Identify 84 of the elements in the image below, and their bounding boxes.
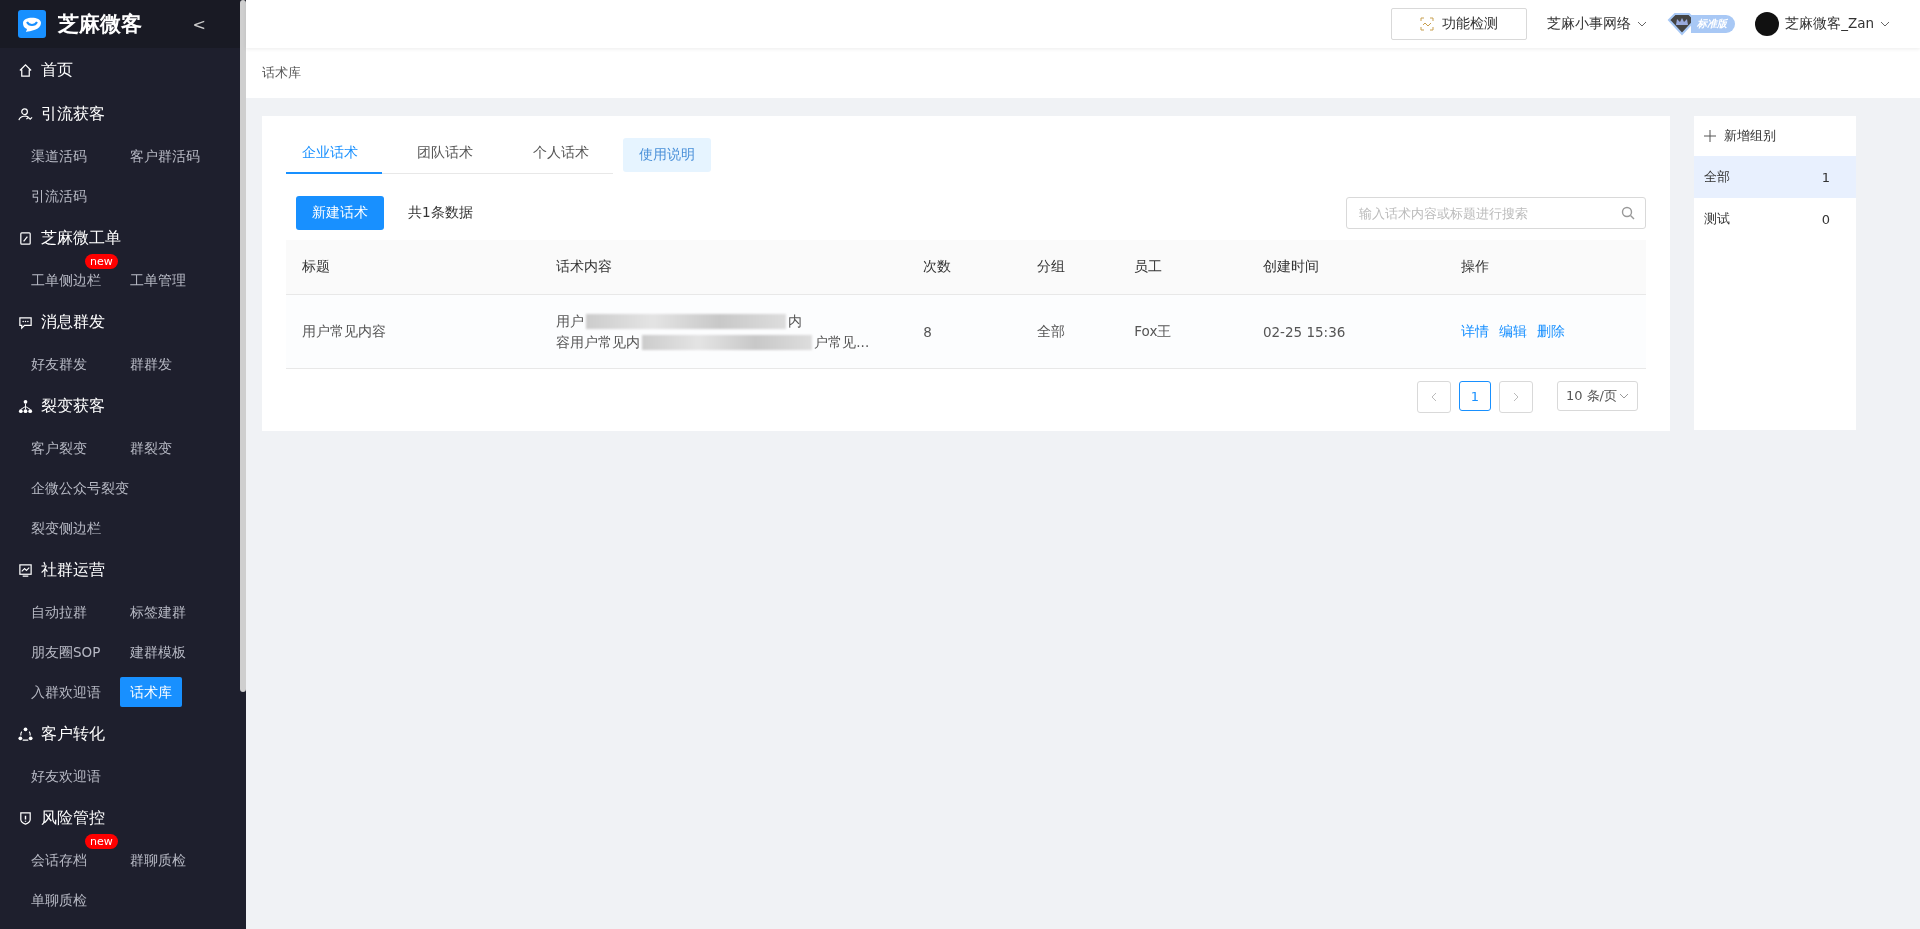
home-icon xyxy=(18,62,33,78)
menu-item[interactable]: 群聊质检 xyxy=(120,849,196,871)
menu-group[interactable]: 消息群发 xyxy=(41,311,105,333)
logo-icon xyxy=(18,10,46,38)
menu-item[interactable]: 朋友圈SOP xyxy=(21,641,111,663)
chevron-down-icon xyxy=(1619,392,1629,400)
menu-item[interactable]: 客户裂变 xyxy=(21,437,97,459)
menu-group[interactable]: 客户转化 xyxy=(41,723,105,745)
group-name: 测试 xyxy=(1704,210,1730,228)
menu-item[interactable]: 好友群发 xyxy=(21,353,97,375)
menu-group[interactable]: 社群运营 xyxy=(41,559,105,581)
avatar[interactable] xyxy=(1755,12,1780,36)
group-name: 全部 xyxy=(1704,168,1730,186)
menu-item[interactable]: 客户群活码 xyxy=(120,145,210,167)
shield-icon xyxy=(18,810,33,826)
prev-page-button[interactable] xyxy=(1416,381,1451,413)
chat-icon xyxy=(18,314,33,330)
menu-item[interactable]: 自动拉群 xyxy=(21,601,97,623)
menu-item[interactable]: 入群欢迎语 xyxy=(21,681,111,703)
content-text: 户常见... xyxy=(814,332,870,352)
menu-group[interactable]: 裂变获客 xyxy=(41,395,105,417)
scan-icon xyxy=(1420,17,1435,31)
content-text: 容用户常见内 xyxy=(556,332,641,352)
tab[interactable]: 团队话术 xyxy=(401,136,498,174)
table-cell: 用户常见内容 xyxy=(302,322,386,339)
column-header: 操作 xyxy=(1460,258,1489,274)
column-header: 员工 xyxy=(1134,258,1163,274)
content-text: 内 xyxy=(788,311,803,331)
column-header: 分组 xyxy=(1036,258,1065,274)
menu-group[interactable]: 芝麻微工单 xyxy=(41,227,121,249)
cycle-icon xyxy=(18,726,33,742)
menu-item[interactable]: 群裂变 xyxy=(120,437,182,459)
search-icon xyxy=(1621,206,1635,220)
page-size-select[interactable]: 10 条/页 xyxy=(1556,381,1638,411)
tree-icon xyxy=(18,398,33,414)
column-header: 标题 xyxy=(302,258,330,274)
chevron-down-icon xyxy=(1637,20,1648,28)
menu-item[interactable]: 单聊质检 xyxy=(21,889,97,911)
next-page-button[interactable] xyxy=(1498,381,1533,413)
menu-item[interactable]: 裂变侧边栏 xyxy=(21,517,111,539)
add-group-button[interactable]: 新增组别 xyxy=(1694,116,1786,156)
table-cell: 全部 xyxy=(1036,322,1065,339)
menu-group[interactable]: 风险管控 xyxy=(41,807,105,829)
clipboard-icon xyxy=(18,230,33,246)
edition-badge: 标准版 xyxy=(1691,15,1736,33)
column-header: 创建时间 xyxy=(1262,258,1319,274)
menu-item[interactable]: 企微公众号裂变 xyxy=(21,477,139,499)
menu-item[interactable]: 好友欢迎语 xyxy=(21,765,111,787)
brand-name: 芝麻微客 xyxy=(58,11,143,38)
menu-item[interactable]: 工单管理 xyxy=(120,269,196,291)
content-text: 用户 xyxy=(556,311,585,331)
menu-item[interactable]: 渠道活码 xyxy=(21,145,97,167)
org-dropdown[interactable]: 芝麻小事网络 xyxy=(1547,15,1632,33)
tab[interactable]: 个人话术 xyxy=(516,136,613,174)
menu-item[interactable]: 建群模板 xyxy=(120,641,196,663)
search-field[interactable]: 输入话术内容或标题进行搜索 xyxy=(1346,197,1646,229)
menu-item[interactable]: 会话存档 xyxy=(21,849,97,871)
breadcrumb: 话术库 xyxy=(262,64,301,82)
group-item[interactable]: 测试 0 xyxy=(1694,198,1856,240)
menu-group[interactable]: 首页 xyxy=(41,59,73,81)
scrollbar[interactable] xyxy=(240,0,246,692)
table-cell: 02-25 15:36 xyxy=(1262,323,1346,340)
group-item[interactable]: 全部 1 xyxy=(1694,156,1856,198)
column-header: 次数 xyxy=(923,258,952,274)
chevron-down-icon xyxy=(1880,20,1890,28)
table-cell: 8 xyxy=(923,323,932,340)
menu-item[interactable]: 引流活码 xyxy=(21,185,97,207)
group-count: 0 xyxy=(1821,211,1830,227)
group-count: 1 xyxy=(1821,169,1830,185)
menu-group[interactable]: 引流获客 xyxy=(41,103,105,125)
feature-check-button[interactable]: 功能检测 xyxy=(1391,8,1528,40)
new-badge: new xyxy=(85,834,118,849)
collapse-button[interactable]: < xyxy=(192,14,206,34)
plus-icon xyxy=(1704,130,1716,142)
new-badge: new xyxy=(85,254,118,269)
table-cell: Fox王 xyxy=(1134,322,1172,339)
column-header: 话术内容 xyxy=(556,258,613,274)
menu-item[interactable]: 群群发 xyxy=(120,353,182,375)
chart-icon xyxy=(18,562,33,578)
user-icon xyxy=(18,106,33,122)
menu-item[interactable]: 工单侧边栏 xyxy=(21,269,111,291)
user-dropdown[interactable]: 芝麻微客_Zan xyxy=(1785,15,1874,33)
menu-item[interactable]: 标签建群 xyxy=(120,601,196,623)
total-count: 共1条数据 xyxy=(408,204,473,222)
